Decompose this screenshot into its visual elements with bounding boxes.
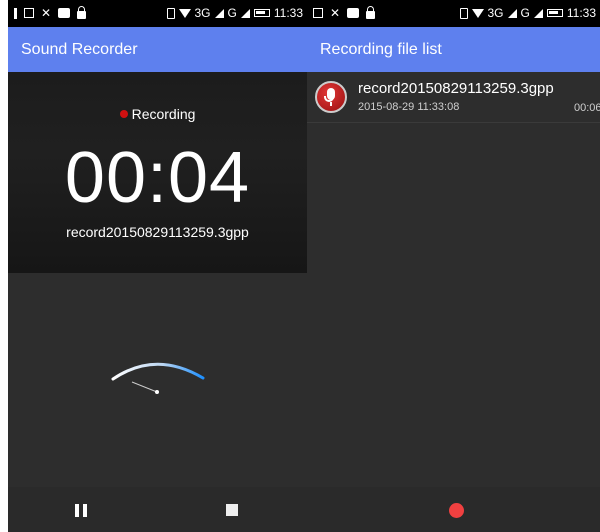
list-controls xyxy=(307,487,600,532)
recording-filename: record20150829113259.3gpp xyxy=(66,224,249,240)
file-name: record20150829113259.3gpp xyxy=(358,80,554,97)
list-item[interactable]: record20150829113259.3gpp 2015-08-29 11:… xyxy=(307,72,600,123)
lock-icon xyxy=(366,5,376,19)
status-time: 11:33 xyxy=(566,6,596,20)
lock-icon xyxy=(77,5,87,19)
signal-icon xyxy=(533,8,543,18)
image-icon xyxy=(24,8,34,18)
file-duration: 00:06 xyxy=(574,102,600,114)
signal-icon xyxy=(507,8,517,18)
file-list-screen: ✕ 3G G 11:33 Recording file list record2… xyxy=(307,0,600,532)
battery-icon xyxy=(253,9,270,17)
wifi-icon xyxy=(178,8,191,18)
image-icon xyxy=(313,8,323,18)
signal-icon xyxy=(240,8,250,18)
pause-icon[interactable] xyxy=(74,504,88,517)
missed-call-icon: ✕ xyxy=(330,6,341,20)
vibrate-icon xyxy=(459,7,468,19)
vibrate-icon xyxy=(166,7,175,19)
recording-dot-icon xyxy=(119,110,128,118)
recording-timer: 00:04 xyxy=(64,138,251,218)
recording-status: Recording xyxy=(8,106,307,122)
file-datetime: 2015-08-29 11:33:08 xyxy=(358,101,460,113)
recorder-controls xyxy=(8,487,307,532)
network-type: 3G xyxy=(487,6,504,20)
exclamation-icon xyxy=(14,7,17,19)
battery-icon xyxy=(546,9,563,17)
level-meter-icon xyxy=(111,362,205,394)
chat-icon xyxy=(347,8,360,18)
signal-icon xyxy=(214,8,224,18)
signal-label: G xyxy=(227,6,237,20)
microphone-icon xyxy=(315,81,347,113)
status-bar: ✕ 3G G 11:33 xyxy=(307,0,600,27)
status-bar: ✕ 3G G 11:33 xyxy=(8,0,307,27)
missed-call-icon: ✕ xyxy=(41,6,52,20)
chat-icon xyxy=(58,8,71,18)
recording-status-label: Recording xyxy=(131,106,196,122)
app-title: Recording file list xyxy=(307,27,600,72)
recording-panel: Recording 00:04 record20150829113259.3gp… xyxy=(8,72,307,273)
record-icon[interactable] xyxy=(449,503,464,518)
signal-label: G xyxy=(520,6,530,20)
stop-icon[interactable] xyxy=(226,504,238,516)
app-title: Sound Recorder xyxy=(8,27,307,72)
sound-recorder-screen: ✕ 3G G 11:33 Sound Recorder Recording 00… xyxy=(8,0,307,532)
network-type: 3G xyxy=(194,6,211,20)
status-time: 11:33 xyxy=(273,6,303,20)
wifi-icon xyxy=(471,8,484,18)
